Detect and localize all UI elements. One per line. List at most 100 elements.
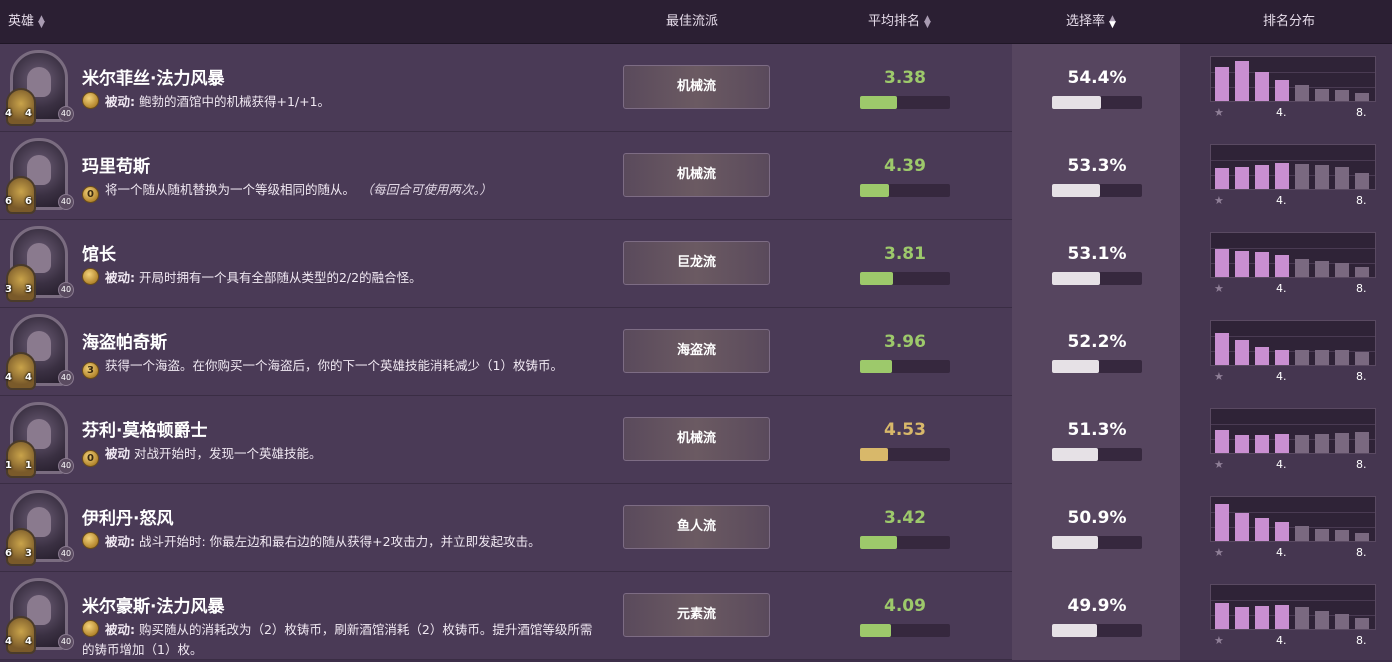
dist-label-mid: 4. bbox=[1276, 458, 1287, 471]
table-row[interactable]: 6 3 40 伊利丹·怒风 被动: 战斗开始时: 你最左边和最右边的随从获得+2… bbox=[0, 484, 1392, 572]
sort-desc-icon[interactable]: ▲ ▼ bbox=[1109, 14, 1116, 29]
column-header-hero[interactable]: 英雄 ▲ ▼ bbox=[8, 0, 45, 44]
dist-label-mid: 4. bbox=[1276, 194, 1287, 207]
dist-label-mid: 4. bbox=[1276, 282, 1287, 295]
rank-distribution-labels: ★ 4. 8. bbox=[1210, 370, 1376, 384]
sort-icon[interactable]: ▲ ▼ bbox=[924, 14, 931, 29]
hero-power-text: 战斗开始时: 你最左边和最右边的随从获得+2攻击力，并立即发起攻击。 bbox=[135, 534, 541, 549]
table-header: 英雄 ▲ ▼ 最佳流派 平均排名 ▲ ▼ 选择率 ▲ ▼ 排名分布 bbox=[0, 0, 1392, 44]
star-icon: ★ bbox=[1214, 282, 1224, 295]
rank-distribution-labels: ★ 4. 8. bbox=[1210, 106, 1376, 120]
minion-health: 1 bbox=[25, 460, 32, 471]
sort-icon[interactable]: ▲ ▼ bbox=[38, 14, 45, 29]
hero-armor-badge: 40 bbox=[58, 282, 74, 298]
rank-dist-bar bbox=[1215, 168, 1229, 189]
column-header-pick-rate[interactable]: 选择率 ▲ ▼ bbox=[1066, 0, 1116, 44]
pick-rate-value: 54.4% bbox=[1067, 68, 1127, 88]
avg-rank-value: 3.42 bbox=[884, 508, 926, 528]
pick-rate-bar-fill bbox=[1052, 184, 1100, 197]
gridline bbox=[1211, 336, 1375, 337]
rank-dist-bar bbox=[1355, 352, 1369, 365]
hero-power-keyword: 被动: bbox=[105, 270, 135, 285]
best-build-badge[interactable]: 机械流 bbox=[623, 153, 770, 197]
avg-rank-bar bbox=[860, 360, 950, 373]
pick-rate-value: 53.3% bbox=[1067, 156, 1127, 176]
best-build-badge[interactable]: 海盗流 bbox=[623, 329, 770, 373]
dist-label-mid: 4. bbox=[1276, 106, 1287, 119]
rank-dist-bar bbox=[1335, 350, 1349, 365]
pick-rate-column-bg bbox=[1012, 132, 1180, 220]
gridline bbox=[1211, 424, 1375, 425]
table-row[interactable]: 6 6 40 玛里苟斯 0 将一个随从随机替换为一个等级相同的随从。 （每回合可使用… bbox=[0, 132, 1392, 220]
best-build-badge[interactable]: 元素流 bbox=[623, 593, 770, 637]
minion-portrait bbox=[6, 264, 36, 302]
rank-dist-bar bbox=[1335, 530, 1349, 541]
dist-label-end: 8. bbox=[1356, 546, 1367, 559]
best-build-badge[interactable]: 机械流 bbox=[623, 417, 770, 461]
rank-dist-bar bbox=[1215, 603, 1229, 629]
hero-name[interactable]: 海盗帕奇斯 bbox=[82, 328, 167, 353]
hero-name[interactable]: 芬利·莫格顿爵士 bbox=[82, 416, 207, 441]
table-row[interactable]: 3 3 40 馆长 被动: 开局时拥有一个具有全部随从类型的2/2的融合怪。 巨… bbox=[0, 220, 1392, 308]
pick-rate-value: 53.1% bbox=[1067, 244, 1127, 264]
dist-label-end: 8. bbox=[1356, 458, 1367, 471]
hero-name[interactable]: 馆长 bbox=[82, 240, 116, 265]
star-icon: ★ bbox=[1214, 634, 1224, 647]
table-row[interactable]: 4 4 40 米尔菲丝·法力风暴 被动: 鲍勃的酒馆中的机械获得+1/+1。 机… bbox=[0, 44, 1392, 132]
hero-power-description: 被动: 战斗开始时: 你最左边和最右边的随从获得+2攻击力，并立即发起攻击。 bbox=[82, 532, 602, 552]
rank-dist-bar bbox=[1235, 607, 1249, 629]
pick-rate-bar bbox=[1052, 96, 1142, 109]
hero-name[interactable]: 伊利丹·怒风 bbox=[82, 504, 173, 529]
avg-rank-bar-fill bbox=[860, 624, 891, 637]
column-header-avg-rank[interactable]: 平均排名 ▲ ▼ bbox=[868, 0, 931, 44]
table-row[interactable]: 1 1 40 芬利·莫格顿爵士 0 被动 对战开始时，发现一个英雄技能。 机械流 … bbox=[0, 396, 1392, 484]
table-row[interactable]: 4 4 40 海盗帕奇斯 3 获得一个海盗。在你购买一个海盗后，你的下一个英雄技能… bbox=[0, 308, 1392, 396]
rank-dist-bar bbox=[1315, 611, 1329, 629]
column-header-best-build: 最佳流派 bbox=[666, 0, 718, 44]
minion-portrait bbox=[6, 528, 36, 566]
rank-dist-bar bbox=[1255, 252, 1269, 277]
rank-distribution-chart bbox=[1210, 584, 1376, 630]
column-header-hero-label: 英雄 bbox=[8, 14, 35, 29]
pick-rate-bar bbox=[1052, 624, 1142, 637]
hero-armor-badge: 40 bbox=[58, 458, 74, 474]
rank-dist-bar bbox=[1335, 90, 1349, 101]
star-icon: ★ bbox=[1214, 106, 1224, 119]
pick-rate-column-bg bbox=[1012, 220, 1180, 308]
hero-power-keyword: 被动: bbox=[105, 534, 135, 549]
best-build-badge[interactable]: 机械流 bbox=[623, 65, 770, 109]
rank-dist-bar bbox=[1355, 93, 1369, 101]
rank-dist-bar bbox=[1255, 72, 1269, 101]
avg-rank-bar-fill bbox=[860, 272, 893, 285]
hero-power-passive-icon bbox=[82, 620, 99, 637]
pick-rate-column-bg bbox=[1012, 484, 1180, 572]
rank-dist-bar bbox=[1315, 434, 1329, 453]
rank-dist-bar bbox=[1275, 350, 1289, 365]
hero-power-keyword: 被动: bbox=[105, 94, 135, 109]
best-build-badge[interactable]: 鱼人流 bbox=[623, 505, 770, 549]
rank-dist-bar bbox=[1295, 85, 1309, 101]
hero-name[interactable]: 玛里苟斯 bbox=[82, 152, 150, 177]
rank-distribution-chart bbox=[1210, 144, 1376, 190]
table-row[interactable]: 4 4 40 米尔豪斯·法力风暴 被动: 购买随从的消耗改为（2）枚铸币，刷新酒… bbox=[0, 572, 1392, 660]
hero-power-text: 对战开始时，发现一个英雄技能。 bbox=[130, 446, 322, 461]
pick-rate-bar-fill bbox=[1052, 96, 1101, 109]
rank-dist-bar bbox=[1215, 333, 1229, 365]
hero-armor-badge: 40 bbox=[58, 546, 74, 562]
avg-rank-bar bbox=[860, 272, 950, 285]
pick-rate-column-bg bbox=[1012, 308, 1180, 396]
rank-dist-bar bbox=[1355, 618, 1369, 629]
pick-rate-bar-fill bbox=[1052, 360, 1099, 373]
hero-power-description: 0 被动 对战开始时，发现一个英雄技能。 bbox=[82, 444, 602, 467]
best-build-badge[interactable]: 巨龙流 bbox=[623, 241, 770, 285]
hero-name[interactable]: 米尔菲丝·法力风暴 bbox=[82, 64, 224, 89]
minion-attack: 4 bbox=[5, 372, 12, 383]
hero-power-cost-icon: 3 bbox=[82, 362, 99, 379]
pick-rate-bar bbox=[1052, 536, 1142, 549]
rank-dist-bar bbox=[1355, 173, 1369, 189]
rank-dist-bar bbox=[1235, 513, 1249, 541]
hero-name[interactable]: 米尔豪斯·法力风暴 bbox=[82, 592, 224, 617]
rank-dist-bar bbox=[1275, 80, 1289, 101]
avg-rank-value: 3.96 bbox=[884, 332, 926, 352]
pick-rate-bar bbox=[1052, 272, 1142, 285]
